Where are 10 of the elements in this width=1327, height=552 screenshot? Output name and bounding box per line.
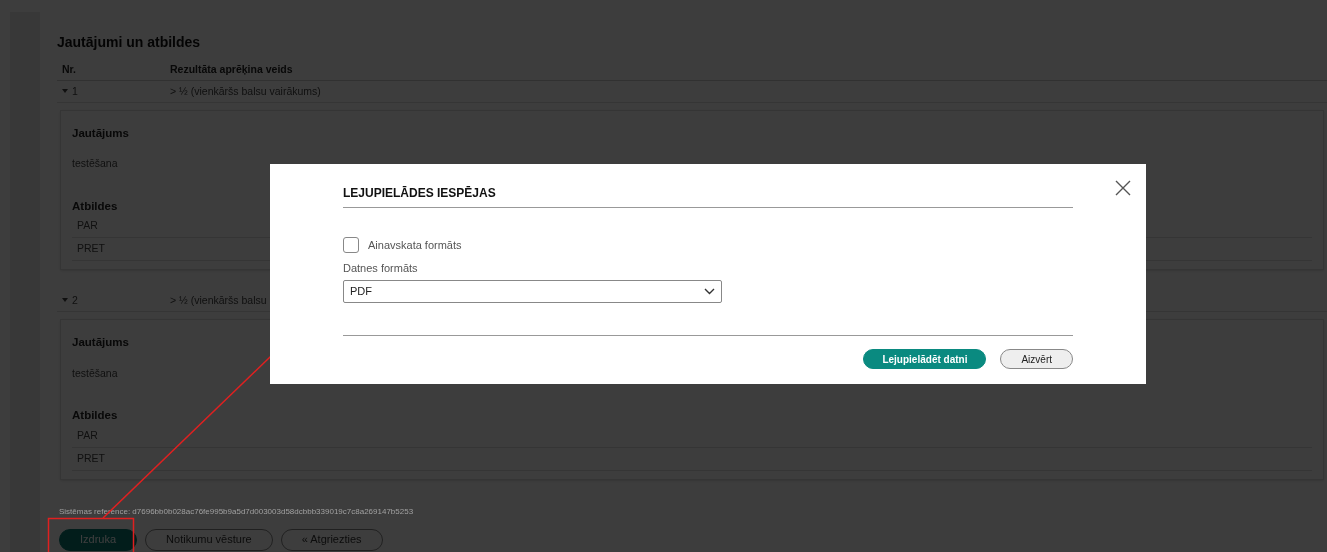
file-format-select[interactable]: PDF	[343, 280, 722, 303]
checkbox-label: Ainavskata formāts	[368, 238, 462, 253]
close-icon[interactable]	[1115, 180, 1131, 196]
dialog-title: LEJUPIELĀDES IESPĒJAS	[343, 184, 1073, 208]
checkbox[interactable]	[343, 237, 359, 254]
section-title: Jautājumi un atbildes	[57, 33, 202, 52]
chevron-down-icon	[704, 288, 715, 295]
dialog-button[interactable]: Aizvērt	[1000, 349, 1073, 369]
field-label: Datnes formāts	[343, 260, 419, 276]
dialog-button[interactable]: Lejupielādēt datni	[863, 349, 987, 369]
